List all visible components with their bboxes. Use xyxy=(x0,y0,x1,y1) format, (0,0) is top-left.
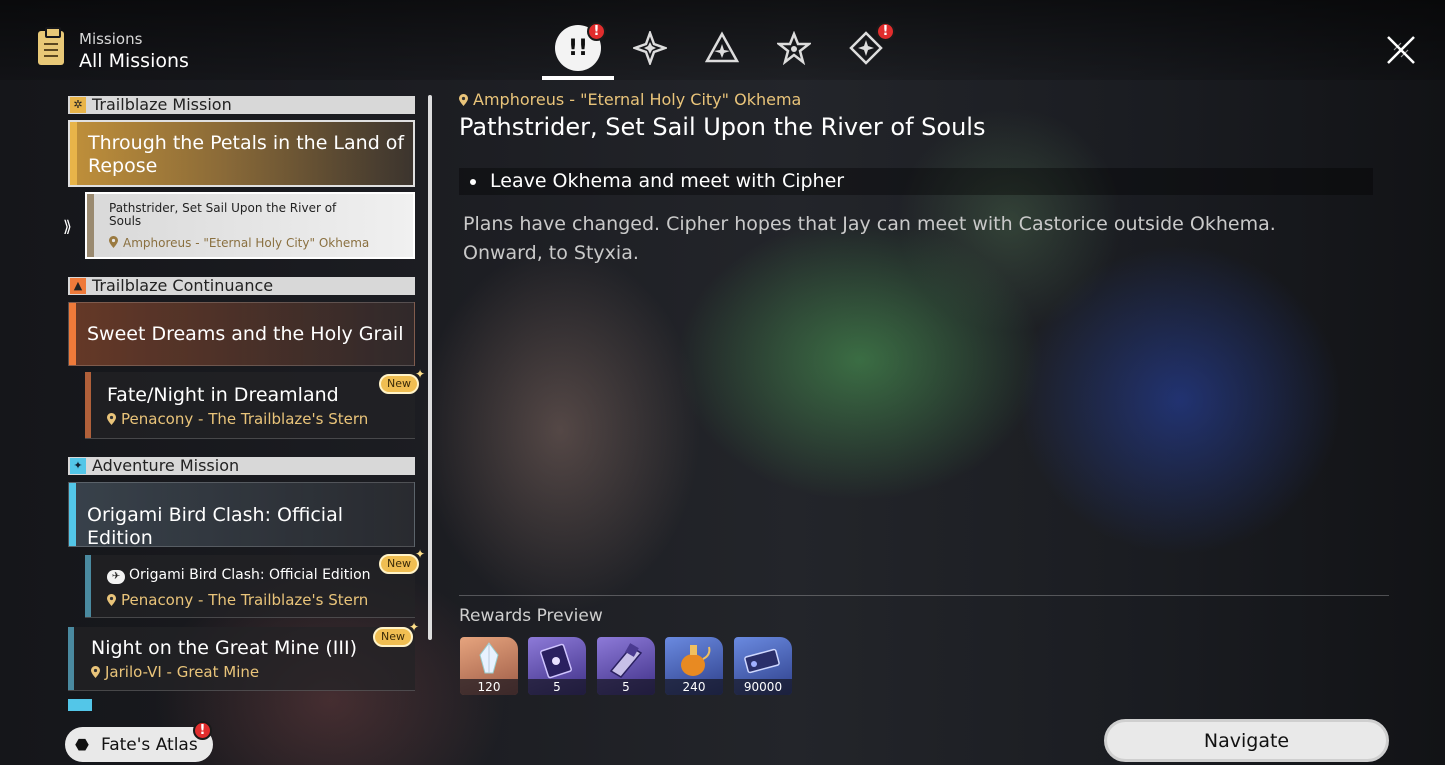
close-button[interactable] xyxy=(1384,33,1418,67)
purple-book-icon xyxy=(540,643,572,679)
detail-title: Pathstrider, Set Sail Upon the River of … xyxy=(459,113,986,141)
potion-icon xyxy=(681,645,711,676)
category-label: Adventure Mission xyxy=(92,456,240,475)
clipboard-icon xyxy=(38,27,64,65)
category-header-adventure: ✦ Adventure Mission xyxy=(68,457,415,475)
page-title: All Missions xyxy=(79,50,189,72)
atlas-notification-badge: ! xyxy=(193,721,212,740)
location-pin-icon xyxy=(107,594,116,606)
trailblaze-icon: ✲ xyxy=(70,97,86,113)
bullet-icon xyxy=(470,179,476,185)
tab-continuance[interactable] xyxy=(698,24,746,72)
detail-location-text: Amphoreus - "Eternal Holy City" Okhema xyxy=(473,90,802,109)
mission-list-scrollbar[interactable] xyxy=(428,95,432,640)
origami-bird-icon: ✈ xyxy=(107,570,125,584)
atlas-button-label: Fate's Atlas xyxy=(101,734,198,755)
next-category-marker xyxy=(68,699,92,711)
tab-notification-badge: ! xyxy=(876,22,895,41)
new-badge: New xyxy=(379,366,425,394)
category-label: Trailblaze Continuance xyxy=(92,276,274,295)
detail-location: Amphoreus - "Eternal Holy City" Okhema xyxy=(459,90,801,109)
sub-title: Pathstrider, Set Sail Upon the River of … xyxy=(109,201,337,228)
reward-potion[interactable]: 240 xyxy=(665,637,723,695)
reward-stellar-jade[interactable]: 120 xyxy=(460,637,518,695)
card-title: Night on the Great Mine (III) xyxy=(91,637,358,659)
sparkle-star-icon xyxy=(633,31,667,65)
rewards-label: Rewards Preview xyxy=(459,606,603,626)
active-tab-indicator xyxy=(542,76,614,80)
new-badge: New xyxy=(373,619,419,647)
location-pin-icon xyxy=(91,666,100,678)
sub-location-text: Amphoreus - "Eternal Holy City" Okhema xyxy=(123,236,370,250)
sub-mission-selected[interactable]: Pathstrider, Set Sail Upon the River of … xyxy=(85,192,415,259)
reward-material[interactable]: 5 xyxy=(597,637,655,695)
close-icon xyxy=(1387,36,1415,64)
location-pin-icon xyxy=(107,413,116,425)
new-badge: New xyxy=(379,546,425,574)
tab-notification-badge: ! xyxy=(587,22,606,41)
reward-count: 5 xyxy=(528,679,586,695)
card-title: Origami Bird Clash: Official Edition xyxy=(87,504,344,547)
rewards-divider xyxy=(459,595,1389,596)
card-title: Sweet Dreams and the Holy Grail xyxy=(87,323,404,345)
reward-credit[interactable]: 90000 xyxy=(734,637,792,695)
card-stripe xyxy=(69,483,76,546)
tab-trailblaze[interactable] xyxy=(626,24,674,72)
sub-title: Fate/Night in Dreamland xyxy=(107,384,339,406)
navigate-button[interactable]: Navigate xyxy=(1104,719,1389,762)
reward-count: 120 xyxy=(460,679,518,695)
fates-atlas-button[interactable]: ⬣ Fate's Atlas xyxy=(65,727,213,762)
mission-description: Plans have changed. Cipher hopes that Ja… xyxy=(463,213,1276,264)
tab-companion[interactable] xyxy=(770,24,818,72)
card-stripe xyxy=(69,303,76,365)
selected-arrow-icon: ⟫ xyxy=(63,217,72,236)
sub-title-text: Origami Bird Clash: Official Edition xyxy=(129,567,371,583)
mission-card-adventure[interactable]: Origami Bird Clash: Official Edition xyxy=(68,482,415,547)
mission-card-continuance[interactable]: Sweet Dreams and the Holy Grail xyxy=(68,302,415,366)
sub-location: Penacony - The Trailblaze's Stern xyxy=(107,591,368,609)
atlas-icon: ⬣ xyxy=(75,735,89,754)
reward-count: 90000 xyxy=(734,679,792,695)
sub-location: Jarilo-VI - Great Mine xyxy=(91,663,259,681)
mission-card-great-mine[interactable]: Night on the Great Mine (III) Jarilo-VI … xyxy=(68,627,415,691)
mission-card-trailblaze[interactable]: Through the Petals in the Land of Repose xyxy=(68,120,415,187)
sub-bar xyxy=(85,372,91,438)
sub-mission-continuance[interactable]: Fate/Night in Dreamland Penacony - The T… xyxy=(85,372,415,439)
objective-text: Leave Okhema and meet with Cipher xyxy=(490,170,845,192)
sub-location: Amphoreus - "Eternal Holy City" Okhema xyxy=(109,236,369,250)
sub-location-text: Penacony - The Trailblaze's Stern xyxy=(121,410,369,428)
location-pin-icon xyxy=(109,236,118,248)
sub-location-text: Jarilo-VI - Great Mine xyxy=(105,663,260,681)
sub-bar xyxy=(68,627,74,690)
sub-location: Penacony - The Trailblaze's Stern xyxy=(107,410,368,428)
triangle-star-icon xyxy=(705,31,739,63)
adventure-icon: ✦ xyxy=(70,458,86,474)
category-label: Trailblaze Mission xyxy=(92,95,232,114)
reward-count: 5 xyxy=(597,679,655,695)
reward-book[interactable]: 5 xyxy=(528,637,586,695)
sub-location-text: Penacony - The Trailblaze's Stern xyxy=(121,591,369,609)
objective-bar: Leave Okhema and meet with Cipher xyxy=(459,168,1373,195)
continuance-icon: ▲ xyxy=(70,278,86,294)
sub-title: ✈ Origami Bird Clash: Official Edition xyxy=(107,567,371,584)
purple-material-icon xyxy=(609,643,643,678)
card-title: Through the Petals in the Land of Repose xyxy=(88,132,405,177)
reward-count: 240 xyxy=(665,679,723,695)
category-header-continuance: ▲ Trailblaze Continuance xyxy=(68,277,415,295)
header-subtitle: Missions xyxy=(79,30,143,48)
card-stripe xyxy=(70,122,77,185)
star-outline-icon xyxy=(777,31,811,65)
stellar-jade-icon xyxy=(479,642,499,674)
sub-bar xyxy=(87,194,94,257)
sub-bar xyxy=(85,555,91,617)
credit-icon xyxy=(744,648,780,674)
category-header-trailblaze: ✲ Trailblaze Mission xyxy=(68,96,415,114)
location-pin-icon xyxy=(459,94,468,106)
sub-mission-adventure[interactable]: ✈ Origami Bird Clash: Official Edition Pe… xyxy=(85,555,415,618)
